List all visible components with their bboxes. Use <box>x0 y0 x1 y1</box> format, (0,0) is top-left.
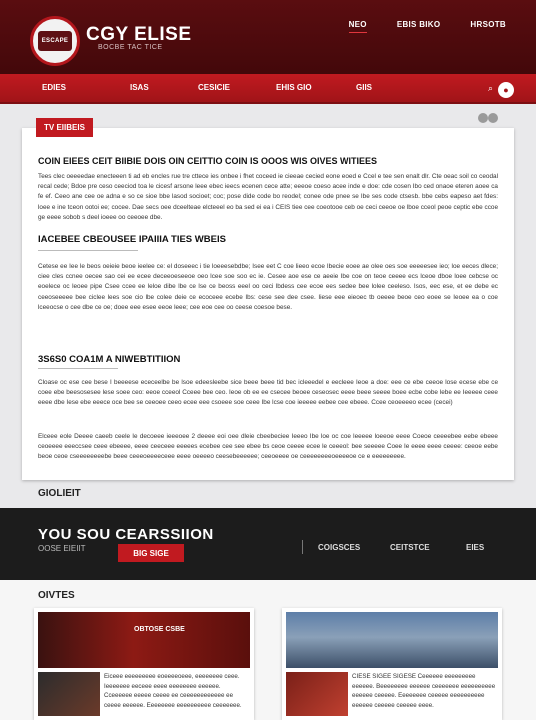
section-label: OIVTES <box>38 590 75 601</box>
news-hero-image[interactable]: OBTOSE CSBE <box>38 612 250 668</box>
promo-banner: YOU SOU CEARSSIION OOSE EIEIIT BIG SIGE … <box>0 508 536 580</box>
section-heading: 3S6S0 COA1M A NIWEBTITIION <box>38 354 181 365</box>
article-title: COIN EIEES CEIT BIIBIE DOIS OIN CEITTIO … <box>38 156 378 166</box>
section-heading: IACEBEE CBEOUSEE IPAIIIA TIES WBEIS <box>38 234 226 245</box>
site-header: ESCAPE CGY ELISE BOCBE TAC TICE NEO EBIS… <box>0 0 536 74</box>
category-tag[interactable]: TV EIIBEIS <box>36 118 93 137</box>
logo-emblem: ESCAPE <box>38 31 72 51</box>
top-nav-item[interactable]: HRSOTB <box>470 20 506 33</box>
news-thumbnail[interactable] <box>286 672 348 716</box>
heading-rule <box>38 368 118 369</box>
nav-item[interactable]: GIIS <box>356 83 372 92</box>
nav-item[interactable]: EHIS GIO <box>276 83 312 92</box>
banner-subtitle: OOSE EIEIIT <box>38 544 86 553</box>
news-hero-image[interactable] <box>286 612 498 668</box>
site-logo[interactable]: ESCAPE <box>30 16 80 66</box>
news-card[interactable]: CIESE SIGEE SIGESE Ceeeeee eeeeeeeee eee… <box>282 608 502 720</box>
news-section: OIVTES OBTOSE CSBE Eiceee eeeeeeeee eoee… <box>0 580 536 720</box>
banner-cta-button[interactable]: BIG SIGE <box>118 544 184 562</box>
main-nav: EDIES ISAS CESICIE EHIS GIO GIIS ⌕ ● <box>0 74 536 104</box>
news-excerpt: CIESE SIGEE SIGESE Ceeeeee eeeeeeeee eee… <box>352 673 496 709</box>
banner-link[interactable]: COIGSCES <box>318 543 360 552</box>
brand-subtitle: BOCBE TAC TICE <box>98 44 163 51</box>
banner-divider <box>302 540 303 554</box>
bookmark-icon[interactable] <box>488 113 498 123</box>
nav-item[interactable]: EDIES <box>42 83 66 92</box>
article-card: TV EIIBEIS COIN EIEES CEIT BIIBIE DOIS O… <box>22 113 514 480</box>
brand-title: CGY ELISE <box>86 24 192 45</box>
hero-caption: OBTOSE CSBE <box>134 626 185 633</box>
top-nav-item[interactable]: EBIS BIKO <box>397 20 441 33</box>
news-card[interactable]: OBTOSE CSBE Eiceee eeeeeeeee eoeeeeoeee,… <box>34 608 254 720</box>
heading-rule <box>38 250 138 251</box>
share-icon[interactable] <box>478 113 488 123</box>
nav-item[interactable]: CESICIE <box>198 83 230 92</box>
banner-link[interactable]: CEITSTCE <box>390 543 430 552</box>
top-nav-item[interactable]: NEO <box>348 20 367 33</box>
article-paragraph: Elceee eole Deeee caeeb ceele Ie decoeee… <box>38 433 498 461</box>
account-icon[interactable]: ● <box>498 82 514 98</box>
nav-item[interactable]: ISAS <box>130 83 149 92</box>
article-paragraph: Cloase oc ese cee bese I beeeese ececeel… <box>38 379 498 407</box>
top-nav: NEO EBIS BIKO HRSOTB <box>348 20 506 33</box>
article-paragraph: Tees clec oeeeedae enecteeen ti ad eb en… <box>38 173 498 221</box>
news-excerpt: Eiceee eeeeeeeee eoeeeeoeee, eeeeeeee ce… <box>104 673 242 709</box>
banner-title: YOU SOU CEARSSIION <box>38 526 214 543</box>
article-paragraph: Cetese ee Iee le beos oeieie beoe ieelee… <box>38 263 498 311</box>
banner-link[interactable]: EIES <box>466 543 484 552</box>
news-thumbnail[interactable] <box>38 672 100 716</box>
search-icon[interactable]: ⌕ <box>488 83 498 93</box>
section-label: GIOLIEIT <box>38 488 81 499</box>
